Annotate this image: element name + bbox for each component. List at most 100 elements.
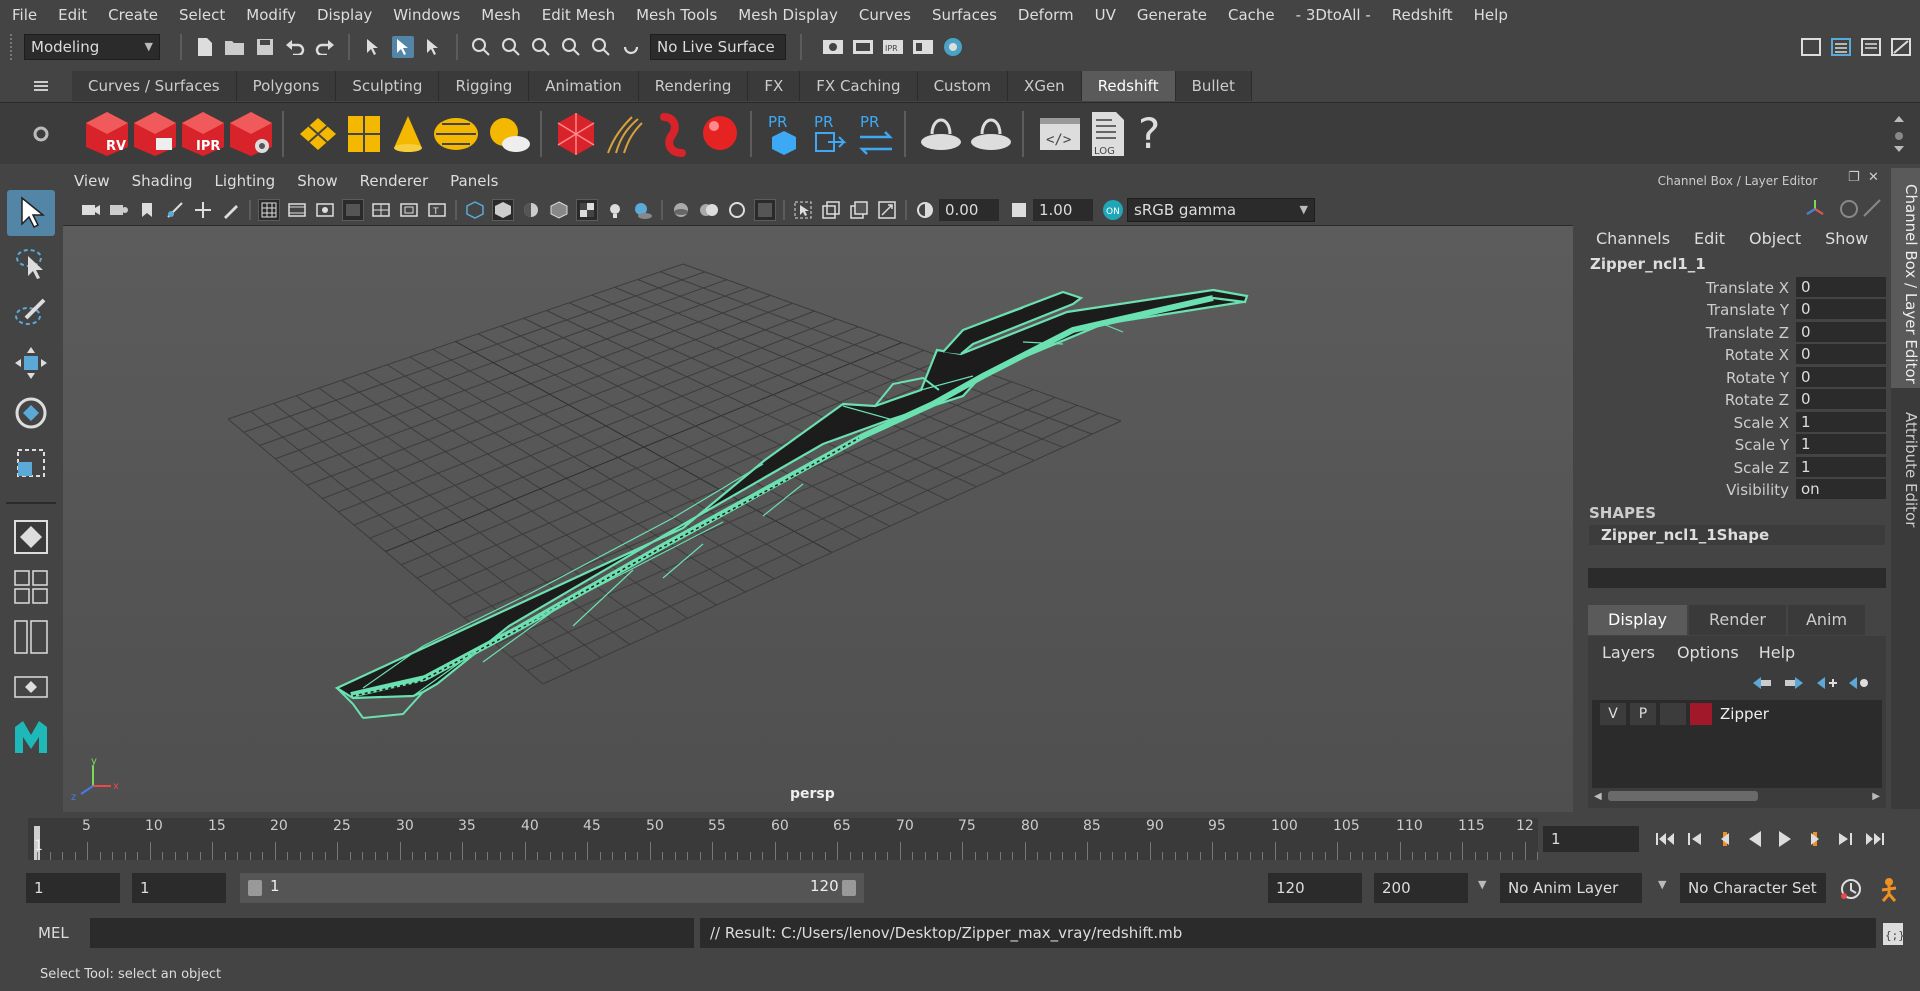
menu-edit-mesh[interactable]: Edit Mesh	[530, 0, 624, 30]
exposure-field[interactable]: 0.00	[939, 198, 999, 221]
lasso-tool[interactable]	[7, 240, 55, 286]
shelf-settings-icon[interactable]	[30, 123, 52, 145]
ipr-render-icon[interactable]: IPR	[882, 36, 904, 58]
menu-3dtoall[interactable]: - 3DtoAll -	[1284, 0, 1380, 30]
step-back-frame-icon[interactable]	[1684, 828, 1706, 850]
layer-menu-options[interactable]: Options	[1667, 643, 1749, 662]
bookmark-icon[interactable]	[136, 199, 158, 221]
pr-import-icon[interactable]: PR	[810, 111, 850, 157]
shelf-tab-fx[interactable]: FX	[748, 71, 801, 101]
channel-value[interactable]: 0	[1796, 367, 1886, 387]
snap-curve-icon[interactable]	[500, 36, 522, 58]
channel-value[interactable]: 0	[1796, 322, 1886, 342]
shelf-tab-bullet[interactable]: Bullet	[1175, 71, 1252, 101]
command-input[interactable]	[90, 918, 694, 948]
resolution-gate-icon[interactable]	[314, 199, 336, 221]
channel-rotate-x[interactable]: Rotate X 0	[1584, 344, 1886, 366]
log-icon[interactable]: LOG	[1088, 110, 1128, 158]
pr-transfer-icon[interactable]: PR	[856, 111, 896, 157]
viewport-menu-renderer[interactable]: Renderer	[349, 168, 439, 194]
shelf-tab-rendering[interactable]: Rendering	[638, 71, 749, 101]
viewport-menu-show[interactable]: Show	[286, 168, 348, 194]
outliner-layout-icon[interactable]	[7, 614, 55, 660]
snap-point-icon[interactable]	[530, 36, 552, 58]
shape-node-name[interactable]: Zipper_ncl1_1Shape	[1589, 525, 1885, 545]
menu-curves[interactable]: Curves	[847, 0, 920, 30]
snap-grid-icon[interactable]	[470, 36, 492, 58]
pr-export-icon[interactable]: PR	[764, 111, 804, 157]
redo-icon[interactable]	[314, 36, 336, 58]
view-transform-dropdown[interactable]: sRGB gamma ▼	[1127, 197, 1315, 222]
exposure-icon[interactable]	[914, 199, 936, 221]
drag-handle[interactable]	[10, 34, 16, 60]
ambient-occlusion-icon[interactable]	[754, 198, 776, 221]
chevron-down-icon[interactable]: ▼	[1478, 878, 1486, 891]
modeling-toolkit-icon[interactable]	[1890, 36, 1912, 58]
shelf-menu-icon[interactable]	[30, 75, 52, 97]
shelf-tab-fx-caching[interactable]: FX Caching	[800, 71, 918, 101]
help-icon[interactable]: ?	[1136, 112, 1166, 156]
render-view-icon[interactable]	[912, 36, 934, 58]
layer-color-swatch[interactable]	[1690, 703, 1712, 725]
make-live-icon[interactable]	[620, 36, 642, 58]
color-management-icon[interactable]: ON	[1102, 199, 1124, 221]
smooth-shade-icon[interactable]	[492, 198, 514, 221]
xray-joints-icon[interactable]	[698, 199, 720, 221]
go-to-end-icon[interactable]	[1864, 828, 1886, 850]
playback-start-field[interactable]: 1	[132, 873, 226, 903]
channel-value[interactable]: 1	[1796, 457, 1886, 477]
grease-pencil-icon[interactable]	[220, 199, 242, 221]
range-start-handle[interactable]	[248, 880, 262, 896]
redshift-ies-light-icon[interactable]	[388, 112, 428, 156]
select-hierarchy-icon[interactable]	[362, 36, 384, 58]
channel-box-menu-object[interactable]: Object	[1737, 229, 1813, 248]
live-surface-field[interactable]: No Live Surface	[650, 34, 786, 60]
shelf-scroll[interactable]	[1888, 114, 1910, 154]
menu-uv[interactable]: UV	[1083, 0, 1125, 30]
redshift-dome-light-icon[interactable]	[432, 112, 480, 156]
redshift-volume-icon[interactable]	[650, 111, 694, 157]
shelf-tab-animation[interactable]: Animation	[529, 71, 639, 101]
auto-key-icon[interactable]	[1838, 876, 1864, 906]
new-layer-from-selection-icon[interactable]	[1847, 672, 1869, 694]
script-language-toggle[interactable]: MEL	[28, 918, 88, 948]
scroll-right-icon[interactable]: ▶	[1872, 791, 1880, 802]
redshift-render-settings-icon[interactable]	[228, 110, 274, 158]
menu-help[interactable]: Help	[1462, 0, 1517, 30]
layout-expander-icon[interactable]	[7, 664, 55, 710]
wireframe-icon[interactable]	[464, 199, 486, 221]
film-gate-icon[interactable]	[286, 199, 308, 221]
go-to-start-icon[interactable]	[1654, 828, 1676, 850]
layer-playback-toggle[interactable]: P	[1630, 703, 1656, 725]
menu-edit[interactable]: Edit	[46, 0, 96, 30]
float-panel-icon[interactable]: ❐	[1848, 170, 1860, 185]
camera-attributes-icon[interactable]	[108, 199, 130, 221]
animation-start-field[interactable]: 1	[26, 873, 120, 903]
shelf-tab-redshift[interactable]: Redshift	[1081, 71, 1176, 101]
gate-mask-icon[interactable]	[342, 198, 364, 221]
move-tool[interactable]	[7, 340, 55, 386]
play-forwards-icon[interactable]	[1774, 828, 1796, 850]
viewport-menu-lighting[interactable]: Lighting	[204, 168, 287, 194]
menu-modify[interactable]: Modify	[234, 0, 305, 30]
layer-tab-anim[interactable]: Anim	[1787, 605, 1866, 635]
paint-select-tool[interactable]	[7, 290, 55, 336]
menu-mesh-display[interactable]: Mesh Display	[726, 0, 847, 30]
two-d-pan-icon[interactable]	[192, 199, 214, 221]
menu-generate[interactable]: Generate	[1125, 0, 1216, 30]
channel-value[interactable]: on	[1796, 479, 1886, 499]
layer-display-type-toggle[interactable]	[1660, 703, 1686, 725]
channel-value[interactable]: 0	[1796, 299, 1886, 319]
channel-rotate-y[interactable]: Rotate Y 0	[1584, 367, 1886, 389]
frame-all-icon[interactable]	[820, 199, 842, 221]
script-editor-icon[interactable]: </>	[1038, 112, 1082, 156]
shelf-tab-sculpting[interactable]: Sculpting	[336, 71, 440, 101]
frame-fit-icon[interactable]	[876, 199, 898, 221]
channel-scale-x[interactable]: Scale X 1	[1584, 412, 1886, 434]
redshift-hair-icon[interactable]	[602, 111, 646, 157]
redshift-area-light-icon[interactable]	[296, 112, 340, 156]
bake-icon-b[interactable]	[968, 112, 1014, 156]
render-settings-icon[interactable]	[822, 36, 844, 58]
scale-tool[interactable]	[7, 440, 55, 486]
channel-slider-icon[interactable]	[1862, 198, 1882, 222]
